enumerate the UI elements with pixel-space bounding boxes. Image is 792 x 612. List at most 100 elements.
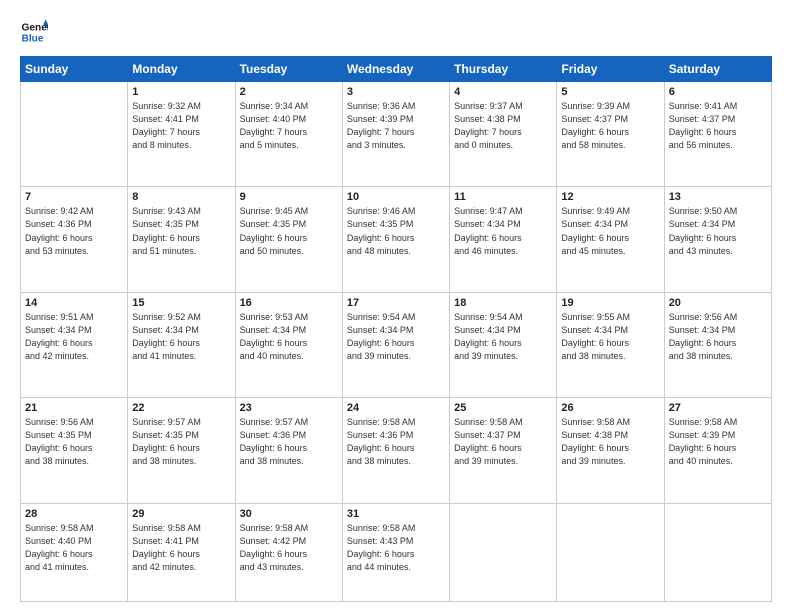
cell-content: Sunrise: 9:54 AMSunset: 4:34 PMDaylight:… <box>347 311 445 363</box>
calendar-week-row: 7 Sunrise: 9:42 AMSunset: 4:36 PMDaylight… <box>21 187 772 292</box>
cell-content: Sunrise: 9:57 AMSunset: 4:35 PMDaylight:… <box>132 416 230 468</box>
cell-content: Sunrise: 9:56 AMSunset: 4:34 PMDaylight:… <box>669 311 767 363</box>
cell-content: Sunrise: 9:42 AMSunset: 4:36 PMDaylight:… <box>25 205 123 257</box>
day-number: 22 <box>132 402 230 414</box>
day-number: 17 <box>347 297 445 309</box>
calendar-cell: 1Sunrise: 9:32 AMSunset: 4:41 PMDaylight… <box>128 82 235 187</box>
cell-content: Sunrise: 9:57 AMSunset: 4:36 PMDaylight:… <box>240 416 338 468</box>
calendar-cell: 7 Sunrise: 9:42 AMSunset: 4:36 PMDaylight… <box>21 187 128 292</box>
calendar-cell: 23 Sunrise: 9:57 AMSunset: 4:36 PMDayligh… <box>235 398 342 503</box>
cell-content: Sunrise: 9:58 AMSunset: 4:38 PMDaylight:… <box>561 416 659 468</box>
day-number: 23 <box>240 402 338 414</box>
calendar-cell: 17 Sunrise: 9:54 AMSunset: 4:34 PMDayligh… <box>342 292 449 397</box>
cell-content: Sunrise: 9:58 AMSunset: 4:43 PMDaylight:… <box>347 522 445 574</box>
cell-content: Sunrise: 9:51 AMSunset: 4:34 PMDaylight:… <box>25 311 123 363</box>
calendar-cell: 26 Sunrise: 9:58 AMSunset: 4:38 PMDayligh… <box>557 398 664 503</box>
day-number: 19 <box>561 297 659 309</box>
day-number: 12 <box>561 191 659 203</box>
calendar-week-row: 14 Sunrise: 9:51 AMSunset: 4:34 PMDayligh… <box>21 292 772 397</box>
calendar-week-row: 1Sunrise: 9:32 AMSunset: 4:41 PMDaylight… <box>21 82 772 187</box>
day-number: 30 <box>240 508 338 520</box>
cell-content: Sunrise: 9:46 AMSunset: 4:35 PMDaylight:… <box>347 205 445 257</box>
cell-content: Sunrise: 9:41 AMSunset: 4:37 PMDaylight:… <box>669 100 767 152</box>
svg-text:Blue: Blue <box>22 33 44 44</box>
cell-content: Sunrise: 9:49 AMSunset: 4:34 PMDaylight:… <box>561 205 659 257</box>
day-number: 3 <box>347 86 445 98</box>
cell-content: Sunrise: 9:58 AMSunset: 4:37 PMDaylight:… <box>454 416 552 468</box>
day-number: 31 <box>347 508 445 520</box>
cell-content: Sunrise: 9:58 AMSunset: 4:41 PMDaylight:… <box>132 522 230 574</box>
calendar-cell: 14 Sunrise: 9:51 AMSunset: 4:34 PMDayligh… <box>21 292 128 397</box>
cell-content: Sunrise: 9:56 AMSunset: 4:35 PMDaylight:… <box>25 416 123 468</box>
weekday-header: Monday <box>128 57 235 82</box>
calendar-table: SundayMondayTuesdayWednesdayThursdayFrid… <box>20 56 772 602</box>
day-number: 21 <box>25 402 123 414</box>
calendar-cell: 13Sunrise: 9:50 AMSunset: 4:34 PMDayligh… <box>664 187 771 292</box>
calendar-cell: 6 Sunrise: 9:41 AMSunset: 4:37 PMDaylight… <box>664 82 771 187</box>
calendar-cell: 27Sunrise: 9:58 AMSunset: 4:39 PMDayligh… <box>664 398 771 503</box>
day-number: 14 <box>25 297 123 309</box>
day-number: 26 <box>561 402 659 414</box>
cell-content: Sunrise: 9:37 AMSunset: 4:38 PMDaylight:… <box>454 100 552 152</box>
day-number: 11 <box>454 191 552 203</box>
day-number: 6 <box>669 86 767 98</box>
day-number: 8 <box>132 191 230 203</box>
cell-content: Sunrise: 9:52 AMSunset: 4:34 PMDaylight:… <box>132 311 230 363</box>
calendar-cell <box>557 503 664 601</box>
calendar-cell: 30Sunrise: 9:58 AMSunset: 4:42 PMDayligh… <box>235 503 342 601</box>
day-number: 20 <box>669 297 767 309</box>
calendar-cell: 31 Sunrise: 9:58 AMSunset: 4:43 PMDayligh… <box>342 503 449 601</box>
cell-content: Sunrise: 9:55 AMSunset: 4:34 PMDaylight:… <box>561 311 659 363</box>
cell-content: Sunrise: 9:43 AMSunset: 4:35 PMDaylight:… <box>132 205 230 257</box>
calendar-week-row: 28 Sunrise: 9:58 AMSunset: 4:40 PMDayligh… <box>21 503 772 601</box>
calendar-cell: 19 Sunrise: 9:55 AMSunset: 4:34 PMDayligh… <box>557 292 664 397</box>
day-number: 18 <box>454 297 552 309</box>
calendar-cell: 12 Sunrise: 9:49 AMSunset: 4:34 PMDayligh… <box>557 187 664 292</box>
day-number: 2 <box>240 86 338 98</box>
cell-content: Sunrise: 9:39 AMSunset: 4:37 PMDaylight:… <box>561 100 659 152</box>
calendar-cell: 2 Sunrise: 9:34 AMSunset: 4:40 PMDaylight… <box>235 82 342 187</box>
calendar-week-row: 21 Sunrise: 9:56 AMSunset: 4:35 PMDayligh… <box>21 398 772 503</box>
cell-content: Sunrise: 9:58 AMSunset: 4:40 PMDaylight:… <box>25 522 123 574</box>
calendar-cell: 25Sunrise: 9:58 AMSunset: 4:37 PMDayligh… <box>450 398 557 503</box>
calendar-cell: 3Sunrise: 9:36 AMSunset: 4:39 PMDaylight… <box>342 82 449 187</box>
weekday-header: Saturday <box>664 57 771 82</box>
day-number: 16 <box>240 297 338 309</box>
weekday-header: Sunday <box>21 57 128 82</box>
cell-content: Sunrise: 9:34 AMSunset: 4:40 PMDaylight:… <box>240 100 338 152</box>
day-number: 28 <box>25 508 123 520</box>
cell-content: Sunrise: 9:50 AMSunset: 4:34 PMDaylight:… <box>669 205 767 257</box>
calendar-cell: 29 Sunrise: 9:58 AMSunset: 4:41 PMDayligh… <box>128 503 235 601</box>
weekday-header-row: SundayMondayTuesdayWednesdayThursdayFrid… <box>21 57 772 82</box>
cell-content: Sunrise: 9:58 AMSunset: 4:39 PMDaylight:… <box>669 416 767 468</box>
day-number: 9 <box>240 191 338 203</box>
page: General Blue SundayMondayTuesdayWednesda… <box>0 0 792 612</box>
calendar-cell: 24 Sunrise: 9:58 AMSunset: 4:36 PMDayligh… <box>342 398 449 503</box>
logo: General Blue <box>20 18 48 46</box>
calendar-cell: 4Sunrise: 9:37 AMSunset: 4:38 PMDaylight… <box>450 82 557 187</box>
day-number: 1 <box>132 86 230 98</box>
calendar-cell: 8 Sunrise: 9:43 AMSunset: 4:35 PMDaylight… <box>128 187 235 292</box>
calendar-cell: 10Sunrise: 9:46 AMSunset: 4:35 PMDayligh… <box>342 187 449 292</box>
calendar-cell: 9 Sunrise: 9:45 AMSunset: 4:35 PMDaylight… <box>235 187 342 292</box>
calendar-cell: 18Sunrise: 9:54 AMSunset: 4:34 PMDayligh… <box>450 292 557 397</box>
cell-content: Sunrise: 9:45 AMSunset: 4:35 PMDaylight:… <box>240 205 338 257</box>
calendar-cell: 5Sunrise: 9:39 AMSunset: 4:37 PMDaylight… <box>557 82 664 187</box>
weekday-header: Wednesday <box>342 57 449 82</box>
cell-content: Sunrise: 9:58 AMSunset: 4:36 PMDaylight:… <box>347 416 445 468</box>
calendar-cell: 15 Sunrise: 9:52 AMSunset: 4:34 PMDayligh… <box>128 292 235 397</box>
calendar-cell: 28 Sunrise: 9:58 AMSunset: 4:40 PMDayligh… <box>21 503 128 601</box>
day-number: 24 <box>347 402 445 414</box>
calendar-cell <box>21 82 128 187</box>
calendar-cell: 16 Sunrise: 9:53 AMSunset: 4:34 PMDayligh… <box>235 292 342 397</box>
day-number: 29 <box>132 508 230 520</box>
day-number: 7 <box>25 191 123 203</box>
day-number: 15 <box>132 297 230 309</box>
cell-content: Sunrise: 9:53 AMSunset: 4:34 PMDaylight:… <box>240 311 338 363</box>
calendar-cell: 11Sunrise: 9:47 AMSunset: 4:34 PMDayligh… <box>450 187 557 292</box>
weekday-header: Tuesday <box>235 57 342 82</box>
calendar-cell <box>664 503 771 601</box>
logo-icon: General Blue <box>20 18 48 46</box>
calendar-cell: 22 Sunrise: 9:57 AMSunset: 4:35 PMDayligh… <box>128 398 235 503</box>
weekday-header: Thursday <box>450 57 557 82</box>
